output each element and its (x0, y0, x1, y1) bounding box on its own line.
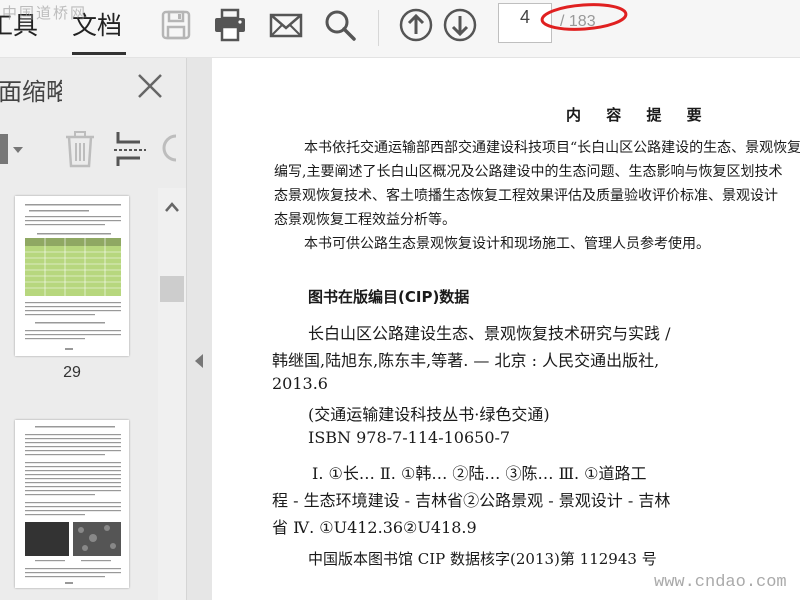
thumbnail-sidebar: 页面缩略图 (0, 58, 186, 600)
active-tab-indicator (72, 52, 126, 55)
page-up-icon[interactable] (398, 7, 434, 43)
watermark-bottom: www.cndao.com (654, 573, 787, 592)
collapse-arrow-icon[interactable] (195, 354, 203, 368)
abstract-line: 本书可供公路生态景观恢复设计和现场施工、管理人员参考使用。 (304, 236, 710, 252)
cip-line: 长白山区公路建设生态、景观恢复技术研究与实践 / (308, 324, 671, 343)
rotate-icon[interactable] (160, 128, 182, 170)
cip-line: (交通运输建设科技丛书·绿色交通) (308, 405, 550, 424)
page-down-icon[interactable] (442, 7, 478, 43)
cip-heading: 图书在版编目(CIP)数据 (308, 288, 470, 306)
cip-line: 中国版本图书馆 CIP 数据核字(2013)第 112943 号 (308, 550, 657, 568)
document-view[interactable]: 内 容 提 要 本书依托交通运输部西部交通建设科技项目“长白山区公路建设的生态、… (212, 58, 800, 600)
cut-icon[interactable] (112, 128, 148, 170)
abstract-line: 编写,主要阐述了长白山区概况及公路建设中的生态问题、生态影响与恢复区划技术 (274, 164, 783, 180)
toolbar-separator (378, 10, 379, 46)
search-icon[interactable] (322, 7, 358, 43)
sidebar-toolbar (0, 128, 186, 170)
thumbnail-page-29[interactable] (15, 196, 129, 356)
cip-line: 程 - 生态环境建设 - 吉林省②公路景观 - 景观设计 - 吉林 (272, 491, 671, 510)
sidebar-scrollbar[interactable] (158, 188, 186, 600)
delete-icon[interactable] (62, 128, 98, 170)
scroll-up-arrow-icon[interactable] (164, 202, 180, 212)
page-heading: 内 容 提 要 (566, 106, 712, 124)
email-icon[interactable] (268, 7, 304, 43)
scrollbar-thumb[interactable] (160, 276, 184, 302)
cip-line: 韩继国,陆旭东,陈东丰,等著. — 北京 : 人民交通出版社, (272, 351, 660, 370)
abstract-line: 本书依托交通运输部西部交通建设科技项目“长白山区公路建设的生态、景观恢复 (304, 140, 800, 156)
abstract-line: 态景观恢复技术、客土喷播生态恢复工程效果评估及质量验收评价标准、景观设计 (274, 188, 778, 204)
sidebar-title-container: 页面缩略图 (0, 72, 62, 106)
cip-line: 2013.6 (272, 374, 328, 393)
document-page: 内 容 提 要 本书依托交通运输部西部交通建设科技项目“长白山区公路建设的生态、… (212, 58, 800, 600)
save-icon[interactable] (158, 7, 194, 43)
print-icon[interactable] (212, 7, 248, 43)
watermark-top: 中国道桥网 (2, 4, 88, 22)
cip-line: 省 Ⅳ. ①U412.36②U418.9 (272, 518, 477, 537)
abstract-line: 态景观恢复工程效益分析等。 (274, 212, 456, 228)
cip-line: Ⅰ. ①长… Ⅱ. ①韩… ②陆… ③陈… Ⅲ. ①道路工 (312, 464, 647, 483)
close-icon[interactable] (136, 72, 164, 100)
toolbar: 工具 文档 4 / 183 (0, 0, 800, 58)
thumbnail-page-number: 29 (63, 364, 81, 381)
sidebar-splitter[interactable] (186, 58, 212, 600)
thumbnail-options-icon[interactable] (0, 128, 26, 170)
thumbnail-list[interactable]: 29 (0, 188, 158, 600)
thumbnail-page-30[interactable] (15, 420, 129, 588)
cip-line: ISBN 978-7-114-10650-7 (308, 428, 511, 447)
annotation-ellipse-icon (540, 3, 628, 31)
sidebar-title: 页面缩略图 (0, 78, 62, 106)
